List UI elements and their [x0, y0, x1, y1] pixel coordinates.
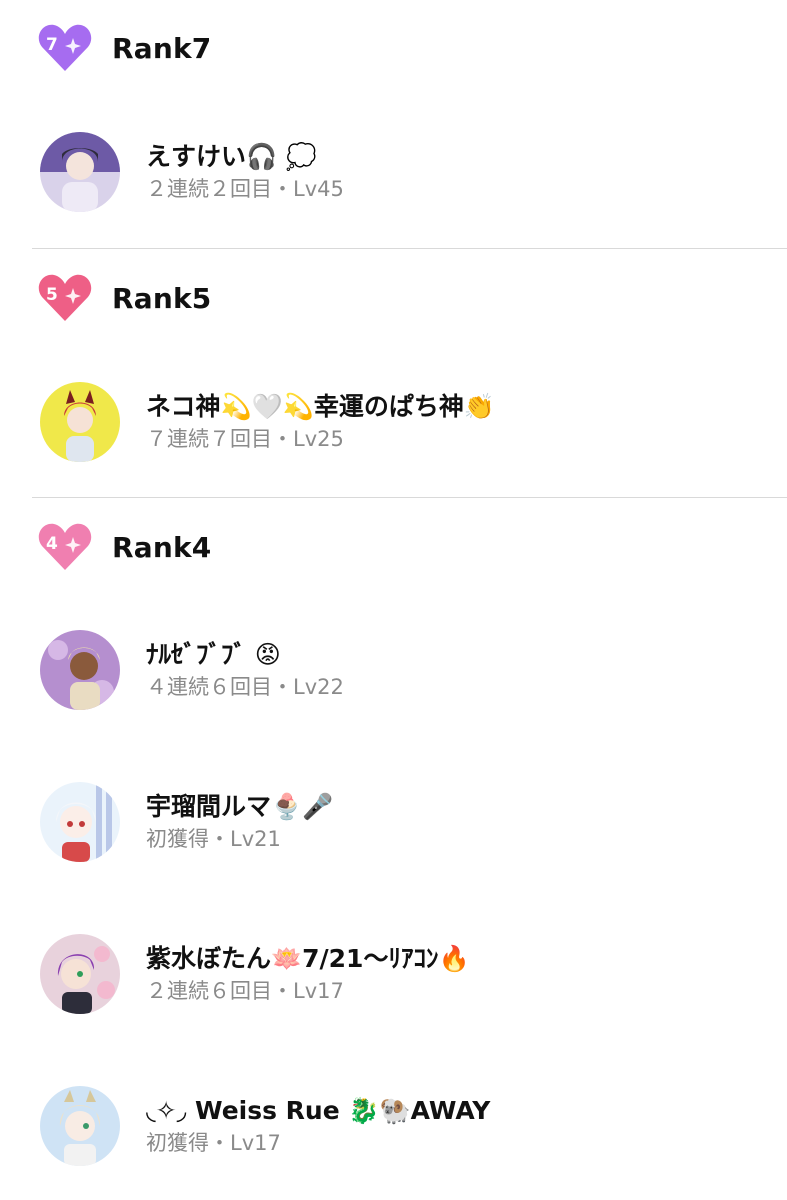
rank-heart-badge-icon: 7: [36, 21, 94, 75]
rank-title: Rank4: [112, 530, 212, 564]
avatar[interactable]: [40, 782, 120, 862]
member-name: ネコ神💫🤍💫幸運のぱち神👏: [146, 392, 496, 421]
member-streak-level: ２連続６回目・Lv17: [146, 979, 344, 1003]
rank-title: Rank5: [112, 281, 212, 315]
member-streak-level: 初獲得・Lv17: [146, 1131, 281, 1155]
rank-number: 5: [46, 285, 58, 305]
member-name: えすけい🎧 💭: [146, 142, 317, 171]
member-name: 紫水ぼたん🪷7/21〜ﾘｱｺﾝ🔥: [146, 944, 470, 973]
rank-number: 4: [46, 534, 58, 554]
rank-section-header: 7 Rank7: [36, 18, 212, 78]
avatar[interactable]: [40, 934, 120, 1014]
divider: [32, 248, 787, 249]
rank-section-header: 5 Rank5: [36, 268, 212, 328]
member-row[interactable]: えすけい🎧 💭 ２連続２回目・Lv45: [40, 130, 344, 214]
rank-number: 7: [46, 35, 58, 55]
member-streak-level: ２連続２回目・Lv45: [146, 177, 344, 201]
avatar[interactable]: [40, 630, 120, 710]
member-name: ﾅﾙｾﾞﾌﾞﾌﾞ 😡: [146, 640, 281, 669]
rank-heart-badge-icon: 5: [36, 271, 94, 325]
avatar[interactable]: [40, 382, 120, 462]
member-streak-level: 初獲得・Lv21: [146, 827, 281, 851]
member-streak-level: ４連続６回目・Lv22: [146, 675, 344, 699]
member-row[interactable]: 宇瑠間ルマ🍨🎤 初獲得・Lv21: [40, 780, 333, 864]
member-row[interactable]: 紫水ぼたん🪷7/21〜ﾘｱｺﾝ🔥 ２連続６回目・Lv17: [40, 932, 470, 1016]
member-name: ◟✧◞ Weiss Rue 🐉🐏AWAY: [146, 1096, 491, 1125]
rank-title: Rank7: [112, 31, 212, 65]
avatar[interactable]: [40, 1086, 120, 1166]
divider: [32, 497, 787, 498]
member-row[interactable]: ﾅﾙｾﾞﾌﾞﾌﾞ 😡 ４連続６回目・Lv22: [40, 628, 344, 712]
member-row[interactable]: ◟✧◞ Weiss Rue 🐉🐏AWAY 初獲得・Lv17: [40, 1084, 490, 1168]
rank-heart-badge-icon: 4: [36, 520, 94, 574]
member-streak-level: ７連続７回目・Lv25: [146, 427, 344, 451]
member-row[interactable]: ネコ神💫🤍💫幸運のぱち神👏 ７連続７回目・Lv25: [40, 380, 495, 464]
rank-section-header: 4 Rank4: [36, 517, 212, 577]
avatar[interactable]: [40, 132, 120, 212]
member-name: 宇瑠間ルマ🍨🎤: [146, 792, 334, 821]
